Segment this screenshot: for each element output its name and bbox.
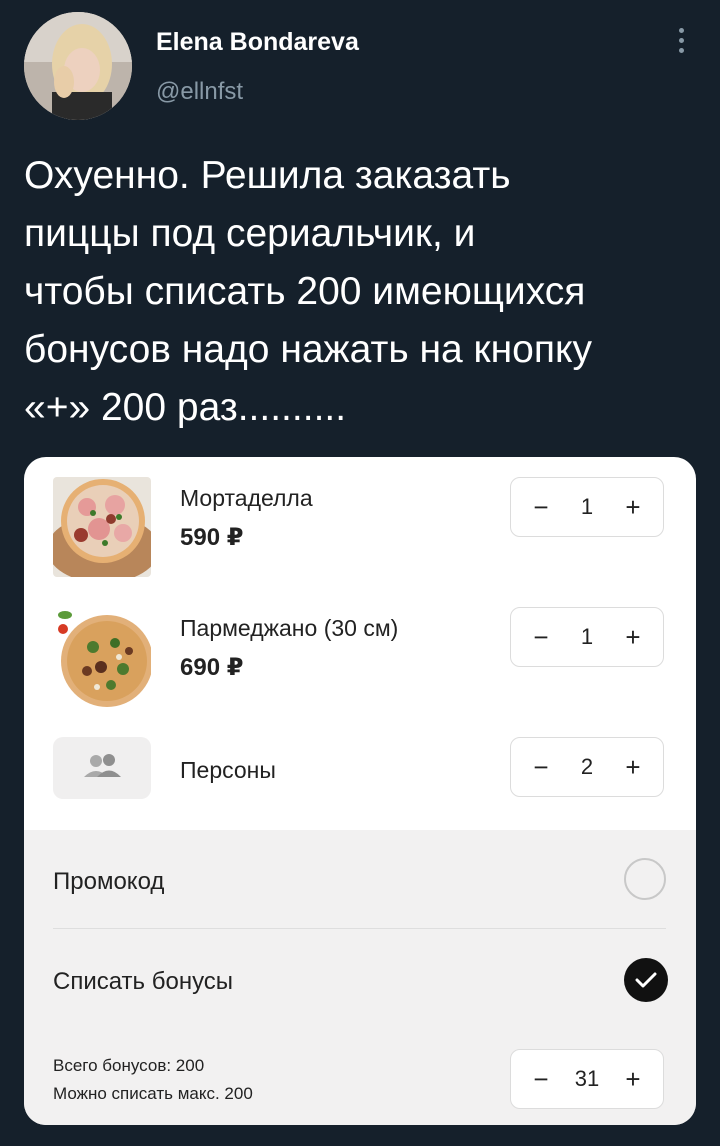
pizza-mortadella-photo [53,477,151,577]
decrement-button[interactable]: − [529,622,553,653]
avatar[interactable] [24,12,132,120]
persons-label: Персоны [180,757,276,783]
tweet-text: Охуенно. Решила заказать пиццы под сериа… [24,154,592,429]
increment-button[interactable]: + [621,622,645,653]
promo-code-label[interactable]: Промокод [53,868,164,896]
decrement-button[interactable]: − [529,492,553,523]
cart-screenshot: Мортаделла 590 ₽ − 1 + Пармеджано (30 см… [24,457,696,1125]
item-price: 690 ₽ [180,654,244,681]
persons-row: Персоны − 2 + [24,737,696,801]
bonus-checkbox[interactable] [624,958,668,1002]
cart-item: Пармеджано (30 см) 690 ₽ − 1 + [24,607,696,717]
quantity-value: 1 [580,494,594,519]
pizza-parmigiano-photo [53,607,151,707]
item-name: Мортаделла [180,485,313,511]
decrement-button[interactable]: − [529,752,553,783]
item-name: Пармеджано (30 см) [180,615,399,641]
divider [53,928,666,929]
author-name[interactable]: Elena Bondareva [156,28,359,57]
checkmark-icon [635,972,657,988]
item-price: 590 ₽ [180,524,244,551]
more-options-icon[interactable] [674,28,688,64]
quantity-value: 2 [580,754,594,779]
increment-button[interactable]: + [621,1064,645,1095]
promo-code-radio[interactable] [624,858,666,900]
author-handle[interactable]: @ellnfst [156,78,243,106]
decrement-button[interactable]: − [529,1064,553,1095]
quantity-stepper: − 1 + [510,477,664,537]
total-bonuses-text: Всего бонусов: 200 [53,1056,205,1075]
people-icon [84,754,121,777]
bonus-stepper: − 31 + [510,1049,664,1109]
tweet-header: Elena Bondareva @ellnfst [24,12,696,122]
max-bonuses-text: Можно списать макс. 200 [53,1084,253,1103]
options-section: Промокод Списать бонусы Всего бонусов: 2… [24,830,696,1125]
avatar-photo [24,12,132,120]
increment-button[interactable]: + [621,492,645,523]
cart-item: Мортаделла 590 ₽ − 1 + [24,477,696,587]
persons-stepper: − 2 + [510,737,664,797]
increment-button[interactable]: + [621,752,645,783]
quantity-stepper: − 1 + [510,607,664,667]
write-off-bonuses-label[interactable]: Списать бонусы [53,968,233,996]
bonus-value: 31 [574,1066,600,1091]
quantity-value: 1 [580,624,594,649]
persons-icon-box [53,737,151,799]
